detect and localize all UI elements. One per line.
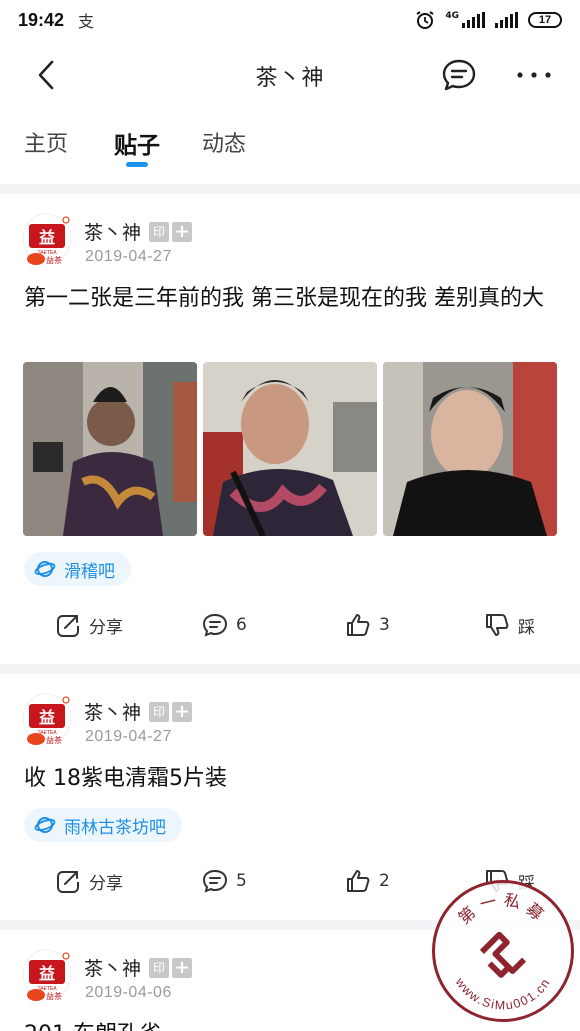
post-date: 2019-04-27 — [85, 248, 172, 265]
post-actions: 分享 6 3 踩 — [0, 612, 580, 652]
avatar-brand-small: 益茶 — [46, 991, 62, 1001]
follow-plus-badge[interactable]: + — [172, 221, 193, 242]
avatar[interactable]: 益 TAETEA 益茶 — [22, 692, 72, 748]
tab-home[interactable]: 主页 — [24, 126, 68, 158]
avatar-logo-char: 益 — [39, 228, 55, 247]
seal-badge: 印 — [149, 957, 170, 978]
svg-text:www.SiMu001.cn: www.SiMu001.cn — [452, 975, 553, 1013]
avatar-logo-char: 益 — [39, 708, 55, 727]
battery-level: 17 — [538, 14, 552, 26]
author-row: 茶丶神 印 + — [84, 698, 193, 725]
tab-active-indicator — [126, 162, 148, 167]
forum-name: 雨林古茶坊吧 — [64, 817, 166, 838]
post-date: 2019-04-27 — [85, 728, 172, 745]
post-date: 2019-04-06 — [85, 984, 172, 1001]
cell-signal-icon-2 — [495, 12, 518, 28]
section-divider — [0, 184, 580, 194]
tab-activity[interactable]: 动态 — [202, 126, 246, 158]
forum-tag[interactable]: 滑稽吧 — [24, 552, 131, 586]
nav-bar: 茶丶神 — [0, 44, 580, 106]
post-text[interactable]: 第一二张是三年前的我 第三张是现在的我 差别真的大 — [24, 282, 560, 316]
alarm-icon — [416, 11, 434, 29]
watermark-bottom-text: www.SiMu001.cn — [452, 975, 552, 1013]
alipay-notification-icon: 支 — [78, 12, 95, 31]
more-options-icon[interactable] — [514, 58, 554, 92]
share-icon — [57, 871, 79, 893]
seal-badge: 印 — [149, 221, 170, 242]
forum-tag[interactable]: 雨林古茶坊吧 — [24, 808, 182, 842]
post-text[interactable]: 201 东朗孔雀 — [24, 1018, 560, 1031]
author-row: 茶丶神 印 + — [84, 218, 193, 245]
dislike-button[interactable]: 踩 — [484, 612, 535, 638]
share-label: 分享 — [89, 873, 123, 894]
seal-badge: 印 — [149, 701, 170, 722]
avatar[interactable]: 益 TAETEA 益茶 — [22, 948, 72, 1004]
like-button[interactable]: 3 — [345, 612, 390, 638]
cell-signal-icon: 4G — [445, 12, 485, 28]
post-divider — [0, 664, 580, 674]
message-icon[interactable] — [441, 57, 477, 93]
author-row: 茶丶神 印 + — [84, 954, 193, 981]
share-button[interactable]: 分享 — [55, 612, 123, 638]
comment-count: 5 — [236, 871, 247, 891]
post-photo-1[interactable] — [23, 362, 197, 536]
author-name[interactable]: 茶丶神 — [84, 954, 141, 981]
watermark-top-text: 第一私募 — [455, 890, 546, 928]
battery-icon: 17 — [528, 12, 562, 28]
avatar-brand-small: 益茶 — [46, 255, 62, 265]
dislike-label: 踩 — [518, 617, 535, 638]
comment-button[interactable]: 5 — [202, 868, 247, 894]
forum-name: 滑稽吧 — [64, 561, 115, 582]
avatar-logo-char: 益 — [39, 964, 55, 983]
share-button[interactable]: 分享 — [55, 868, 123, 894]
watermark-seal: 第一私募 www.SiMu001.cn — [432, 880, 574, 1022]
status-time: 19:42 — [18, 9, 65, 30]
author-name[interactable]: 茶丶神 — [84, 698, 141, 725]
post-text[interactable]: 收 18紫电清霜5片装 — [24, 762, 560, 796]
like-count: 2 — [379, 871, 390, 891]
comment-icon — [202, 613, 228, 637]
avatar-brand-small: 益茶 — [46, 735, 62, 745]
share-icon — [57, 615, 79, 637]
page-title: 茶丶神 — [255, 66, 325, 91]
tab-posts[interactable]: 贴子 — [114, 126, 160, 160]
status-right: 4G 17 — [415, 10, 562, 30]
like-button[interactable]: 2 — [345, 868, 390, 894]
network-type: 4G — [445, 11, 459, 21]
post-card[interactable]: 益 TAETEA 益茶 茶丶神 印 + 2019-04-27 第一二张是三年前的我… — [0, 194, 580, 664]
post-photo-2[interactable] — [203, 362, 377, 536]
thumbs-up-icon — [347, 614, 370, 636]
avatar[interactable]: 益 TAETEA 益茶 — [22, 212, 72, 268]
follow-plus-badge[interactable]: + — [172, 957, 193, 978]
follow-plus-badge[interactable]: + — [172, 701, 193, 722]
author-name[interactable]: 茶丶神 — [84, 218, 141, 245]
thumbs-down-icon — [486, 614, 509, 636]
planet-icon — [34, 561, 56, 577]
comment-button[interactable]: 6 — [202, 612, 247, 638]
planet-icon — [34, 817, 56, 833]
share-label: 分享 — [89, 617, 123, 638]
like-count: 3 — [379, 615, 390, 635]
comment-count: 6 — [236, 615, 247, 635]
thumbs-up-icon — [347, 870, 370, 892]
profile-tabs: 主页 贴子 动态 — [0, 118, 580, 170]
comment-icon — [202, 869, 228, 893]
post-photo-3[interactable] — [383, 362, 557, 536]
svg-text:第一私募: 第一私募 — [455, 890, 552, 928]
status-bar: 19:42 支 4G 17 — [0, 0, 580, 40]
